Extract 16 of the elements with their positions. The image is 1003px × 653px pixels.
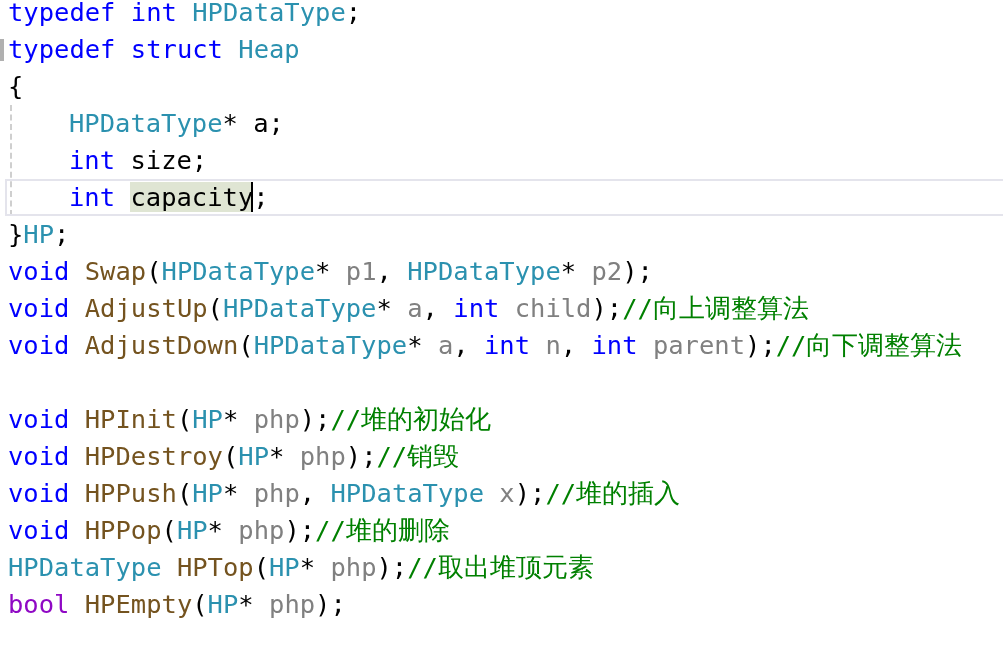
code-line: int capacity; — [5, 179, 1003, 216]
code-line: typedef struct Heap — [7, 33, 301, 66]
code-line: int size; — [68, 144, 209, 177]
code-line: HPDataType HPTop(HP* php);//取出堆顶元素 — [7, 551, 595, 584]
code-line: bool HPEmpty(HP* php); — [7, 588, 347, 621]
code-line: void HPInit(HP* php);//堆的初始化 — [7, 403, 493, 436]
code-line: void AdjustDown(HPDataType* a, int n, int parent);//向下调整算法 — [7, 329, 964, 362]
code-line: }HP; — [7, 218, 71, 251]
code-line: void AdjustUp(HPDataType* a, int child);//向上调整算法 — [7, 292, 810, 325]
code-line: HPDataType* a; — [68, 107, 285, 140]
code-line: { — [7, 70, 25, 103]
code-line: void HPPop(HP* php);//堆的删除 — [7, 514, 451, 547]
code-line: void Swap(HPDataType* p1, HPDataType* p2); — [7, 255, 654, 288]
code-line: typedef int HPDataType; — [7, 0, 363, 29]
code-line: void HPDestroy(HP* php);//销毁 — [7, 440, 461, 473]
code-line: void HPPush(HP* php, HPDataType x);//堆的插入 — [7, 477, 682, 510]
